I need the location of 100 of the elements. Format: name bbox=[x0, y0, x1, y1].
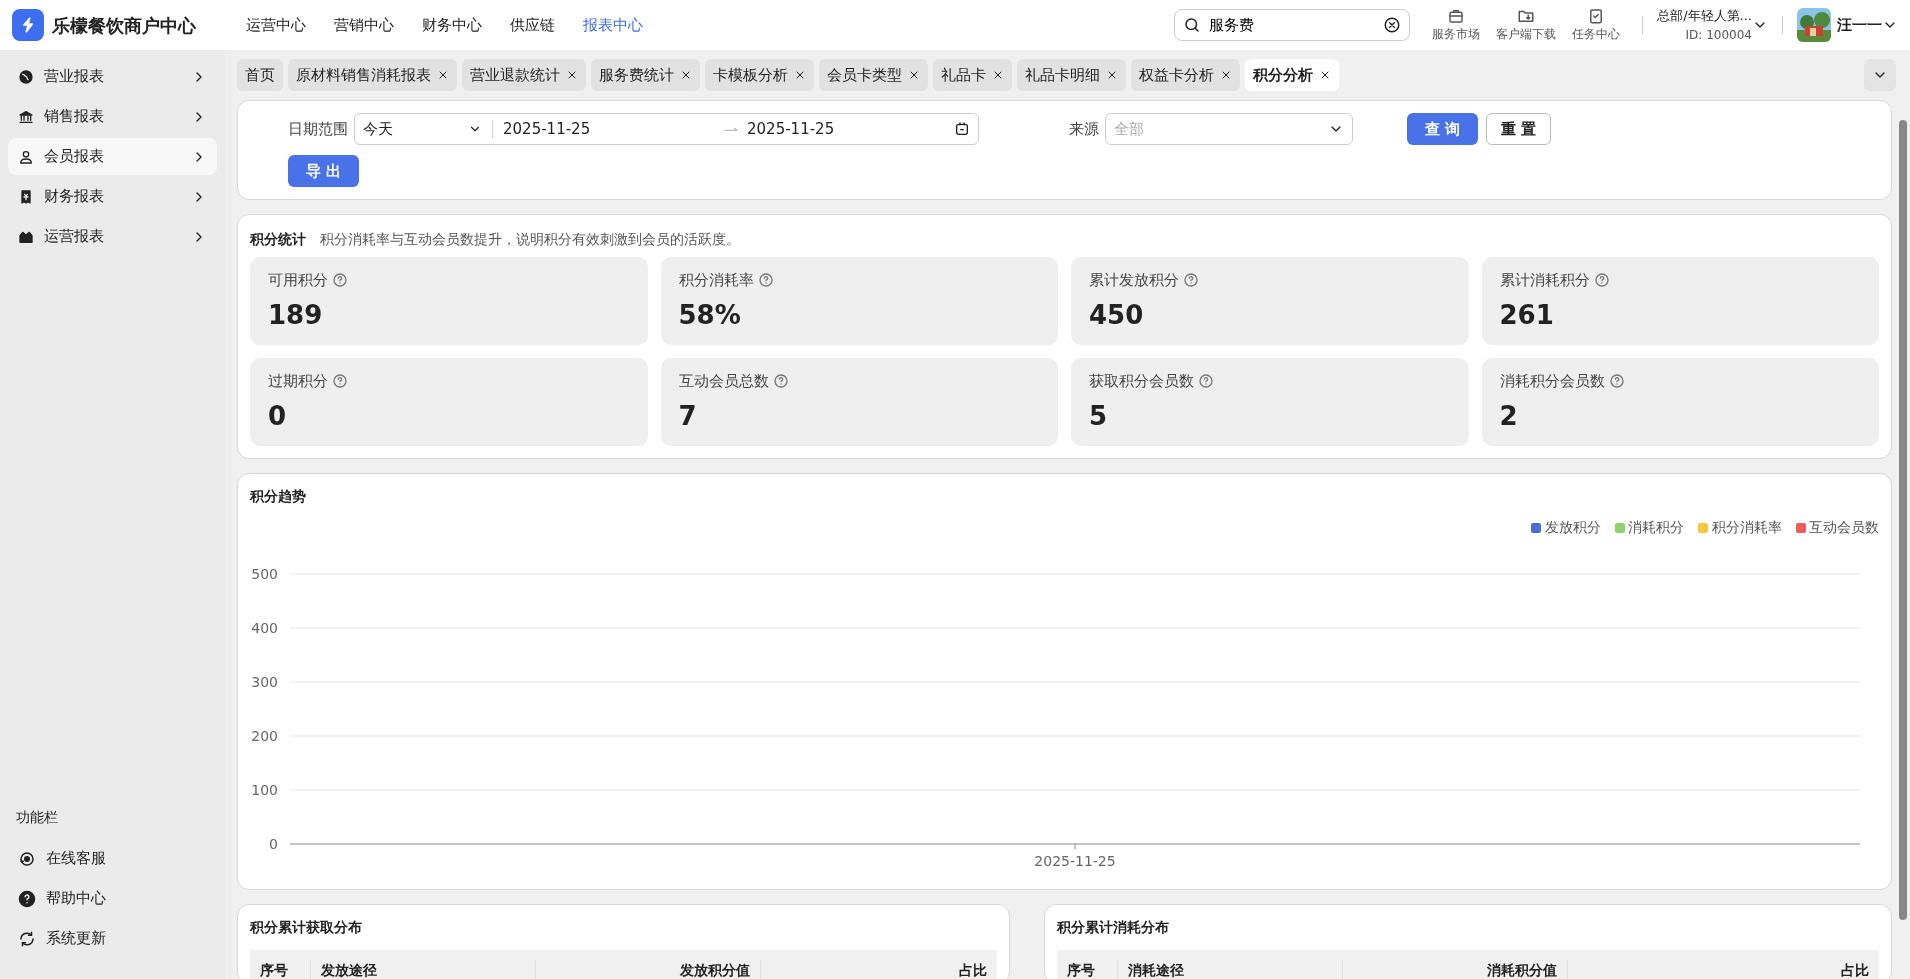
help-icon bbox=[332, 272, 348, 289]
nav-link[interactable]: 报表中心 bbox=[569, 13, 657, 37]
stat-label: 消耗积分会员数 bbox=[1499, 371, 1605, 392]
query-button[interactable]: 查 询 bbox=[1407, 113, 1479, 145]
brand-title: 乐檬餐饮商户中心 bbox=[52, 13, 196, 38]
page-tab[interactable]: 积分分析 bbox=[1245, 59, 1339, 91]
store-name[interactable]: 总部/年轻人第... bbox=[1657, 6, 1752, 26]
column-header: 发放积分值 bbox=[535, 959, 760, 979]
stat-value: 2 bbox=[1499, 399, 1519, 433]
globe-icon bbox=[18, 68, 34, 85]
axis-label: 2025-11-25 bbox=[1034, 853, 1116, 868]
stat-value: 0 bbox=[268, 399, 288, 433]
stat-label: 过期积分 bbox=[268, 371, 328, 392]
help-icon bbox=[1183, 272, 1199, 289]
receipt-icon bbox=[18, 188, 34, 205]
scrollbar-thumb[interactable] bbox=[1899, 120, 1907, 920]
axis-label: 500 bbox=[251, 566, 278, 582]
sidebar-item[interactable]: 运营报表 bbox=[8, 218, 217, 255]
sidebar-item[interactable]: 会员报表 bbox=[8, 138, 217, 175]
column-header: 发放途径 bbox=[310, 959, 535, 979]
legend-swatch bbox=[1614, 522, 1625, 533]
person-icon bbox=[18, 148, 34, 165]
section-title: 功能栏 bbox=[15, 808, 59, 827]
page-tab[interactable]: 会员卡类型 bbox=[819, 59, 928, 91]
nav-link[interactable]: 运营中心 bbox=[232, 13, 320, 37]
legend-swatch bbox=[1531, 522, 1541, 533]
axis-label: 300 bbox=[251, 674, 278, 690]
stat-label: 互动会员总数 bbox=[678, 371, 769, 392]
stat-value: 5 bbox=[1089, 399, 1109, 433]
page-tab[interactable]: 礼品卡明细 bbox=[1017, 59, 1126, 91]
toolbar-button[interactable]: 服务市场 bbox=[1424, 7, 1489, 43]
logo-icon bbox=[12, 9, 44, 41]
sidebar-item[interactable]: 销售报表 bbox=[8, 98, 217, 135]
legend-swatch bbox=[1698, 522, 1708, 533]
date-range-field[interactable]: 今天 2025-11-25 2025-11-25 bbox=[354, 113, 979, 145]
export-button[interactable]: 导 出 bbox=[288, 155, 360, 187]
section-title: 积分趋势 bbox=[250, 487, 307, 506]
page-tab[interactable]: 首页 bbox=[237, 59, 283, 91]
search-input[interactable]: 服务费 bbox=[1207, 12, 1378, 38]
section-title: 积分累计消耗分布 bbox=[1057, 918, 1171, 937]
section-title: 积分累计获取分布 bbox=[250, 918, 363, 937]
search-field[interactable]: 服务费 bbox=[1174, 9, 1411, 41]
column-header: 占比 bbox=[1567, 959, 1879, 979]
stat-label: 可用积分 bbox=[268, 270, 328, 291]
page-tab[interactable]: 营业退款统计 bbox=[462, 59, 586, 91]
column-header: 序号 bbox=[1066, 960, 1097, 979]
stat-label: 获取积分会员数 bbox=[1089, 371, 1194, 392]
page-tab[interactable]: 卡模板分析 bbox=[705, 59, 814, 91]
bag-icon bbox=[1447, 7, 1466, 25]
search-icon bbox=[1183, 16, 1202, 34]
user-name[interactable]: 汪一一 bbox=[1837, 13, 1882, 37]
legend-swatch bbox=[1795, 522, 1806, 533]
help-icon bbox=[772, 373, 789, 390]
help-icon bbox=[757, 272, 774, 289]
stat-value: 189 bbox=[268, 298, 324, 332]
page-tab[interactable]: 礼品卡 bbox=[933, 59, 1012, 91]
stat-label: 积分消耗率 bbox=[678, 270, 754, 291]
field-label: 日期范围 bbox=[288, 118, 348, 140]
axis-label: 200 bbox=[251, 728, 278, 744]
nav-link[interactable]: 供应链 bbox=[496, 13, 569, 37]
column-header: 消耗途径 bbox=[1117, 959, 1343, 979]
axis-label: 100 bbox=[251, 782, 278, 798]
sidebar-link[interactable]: 帮助中心 bbox=[8, 880, 217, 917]
toolbar-button[interactable]: 客户端下载 bbox=[1488, 7, 1565, 43]
stat-label: 累计发放积分 bbox=[1089, 270, 1179, 291]
toolbar-button[interactable]: 任务中心 bbox=[1564, 7, 1629, 43]
legend-label[interactable]: 积分消耗率 bbox=[1711, 517, 1782, 538]
axis-label: 0 bbox=[269, 836, 278, 852]
legend-label[interactable]: 消耗积分 bbox=[1628, 517, 1684, 538]
stat-value: 450 bbox=[1089, 298, 1145, 332]
column-header: 消耗积分值 bbox=[1342, 959, 1568, 979]
stat-value: 58% bbox=[678, 298, 742, 332]
tabs-menu-button[interactable] bbox=[1864, 59, 1896, 91]
sidebar-item[interactable]: 营业报表 bbox=[8, 58, 217, 95]
help-icon bbox=[1608, 373, 1625, 390]
nav-link[interactable]: 营销中心 bbox=[320, 13, 408, 37]
column-header: 序号 bbox=[259, 960, 289, 979]
axis-label: 400 bbox=[251, 620, 278, 636]
sidebar-link[interactable]: 在线客服 bbox=[8, 840, 217, 877]
clear-icon bbox=[1383, 16, 1402, 34]
sidebar-item[interactable]: 财务报表 bbox=[8, 178, 217, 215]
legend-label[interactable]: 发放积分 bbox=[1544, 517, 1601, 538]
page-tab[interactable]: 权益卡分析 bbox=[1131, 59, 1240, 91]
page-tab[interactable]: 原材料销售消耗报表 bbox=[288, 59, 457, 91]
column-header: 占比 bbox=[760, 959, 998, 979]
headset-icon bbox=[18, 849, 36, 868]
bank-icon bbox=[18, 108, 34, 125]
reset-button[interactable]: 重 置 bbox=[1486, 113, 1552, 145]
section-description: 积分消耗率与互动会员数提升，说明积分有效刺激到会员的活跃度。 bbox=[320, 230, 740, 249]
help-icon bbox=[1593, 272, 1610, 289]
section-title: 积分统计 bbox=[250, 230, 306, 249]
field-label: 来源 bbox=[1069, 118, 1099, 140]
help-icon bbox=[1198, 373, 1214, 390]
stat-value: 7 bbox=[678, 399, 698, 433]
calendar-icon bbox=[954, 121, 970, 137]
sidebar-link[interactable]: 系统更新 bbox=[8, 920, 217, 957]
legend-label[interactable]: 互动会员数 bbox=[1809, 517, 1879, 538]
page-tab[interactable]: 服务费统计 bbox=[591, 59, 700, 91]
stat-label: 累计消耗积分 bbox=[1499, 270, 1590, 291]
nav-link[interactable]: 财务中心 bbox=[408, 13, 496, 37]
